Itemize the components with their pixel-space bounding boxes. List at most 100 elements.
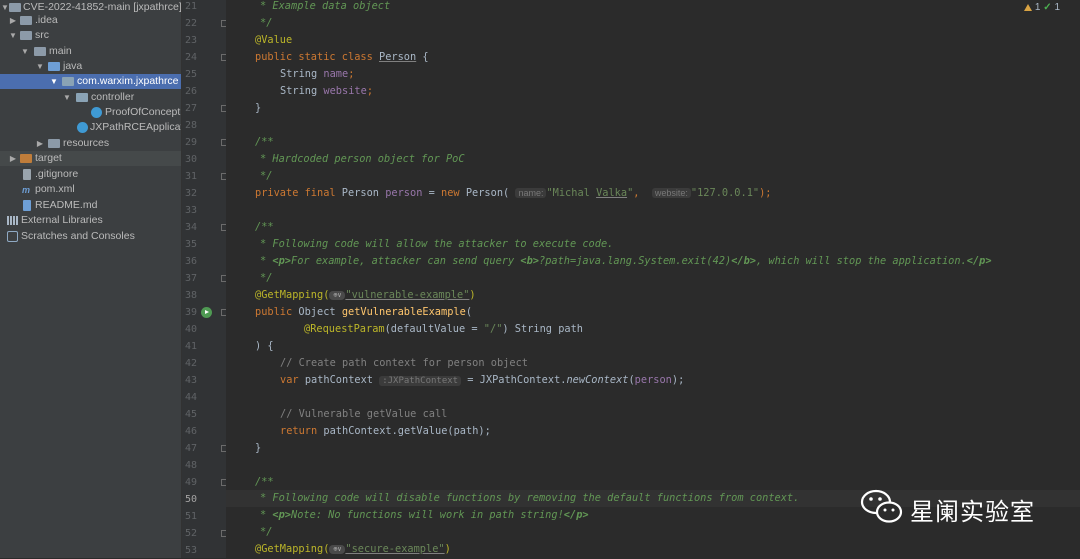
- tree-item-gitignore[interactable]: .gitignore: [0, 167, 181, 182]
- doc-comment: */: [260, 526, 273, 538]
- tree-item-scratches[interactable]: Scratches and Consoles: [0, 229, 181, 244]
- tree-item-src[interactable]: ▼ src: [0, 28, 181, 43]
- code-line-25: String name;: [280, 66, 354, 83]
- semicolon: ;: [366, 85, 374, 97]
- tree-item-target[interactable]: ▶ target: [0, 151, 181, 166]
- line-number: 38: [184, 290, 197, 301]
- doc-comment: * Example data object: [260, 0, 391, 12]
- doc-tag: <p>: [272, 509, 292, 521]
- web-endpoint-icon[interactable]: ⊕∨: [329, 290, 346, 300]
- editor-gutter[interactable]: 21 22 23 24 25 26 27 28 29 30 31 32 33 3…: [182, 0, 228, 558]
- tree-item-package[interactable]: ▼ com.warxim.jxpathrce: [0, 74, 181, 89]
- doc-tag: </b>: [731, 255, 756, 267]
- doc-tag: </p>: [563, 509, 589, 521]
- tree-item-readme[interactable]: README.md: [0, 198, 181, 213]
- folder-icon: [9, 3, 21, 12]
- code-editor[interactable]: 1 ✓ 1 * Example data object */ @Value pu…: [226, 0, 1080, 558]
- chevron-right-icon[interactable]: ▶: [8, 151, 18, 166]
- code-line-29: /**: [255, 134, 274, 151]
- annotation: @RequestParam: [304, 323, 385, 335]
- code-line-40: @RequestParam(defaultValue = "/") String…: [304, 321, 583, 338]
- tree-item-label: .gitignore: [35, 168, 79, 180]
- string-literal: "secure-example": [345, 543, 445, 555]
- line-number: 26: [184, 86, 197, 97]
- code-line-53: @GetMapping(⊕∨ "secure-example"): [255, 541, 451, 558]
- line-number: 44: [184, 392, 197, 403]
- tree-item-label: .idea: [35, 14, 58, 26]
- line-number: 35: [184, 239, 197, 250]
- line-number: 29: [184, 137, 197, 148]
- code-line-36: * <p>For example, attacker can send quer…: [255, 253, 992, 270]
- line-number: 32: [184, 188, 197, 199]
- line-number: 41: [184, 341, 197, 352]
- markdown-file-icon: [23, 200, 31, 211]
- code-line-31: */: [255, 168, 272, 185]
- tree-item-label: controller: [91, 91, 135, 103]
- tree-item-label: External Libraries: [21, 214, 103, 226]
- brace: }: [255, 442, 262, 454]
- line-comment: // Create path context for person object: [280, 357, 528, 369]
- line-number: 25: [184, 69, 197, 80]
- tree-item-java[interactable]: ▼ java: [0, 59, 181, 74]
- tree-item-idea[interactable]: ▶ .idea: [0, 13, 181, 28]
- chevron-right-icon[interactable]: ▶: [8, 13, 18, 28]
- comma: ,: [633, 187, 652, 199]
- chevron-down-icon[interactable]: ▼: [35, 59, 45, 74]
- code-line-34: /**: [255, 219, 274, 236]
- field: name: [323, 68, 349, 80]
- tree-item-label: ProofOfConcept: [105, 106, 181, 118]
- type: String: [280, 68, 324, 80]
- code-text: ) String path: [502, 323, 583, 335]
- line-number: 48: [184, 460, 197, 471]
- web-endpoint-icon[interactable]: ⊕∨: [329, 544, 346, 554]
- tree-item-external-libraries[interactable]: External Libraries: [0, 213, 181, 228]
- line-number: 49: [184, 477, 197, 488]
- constructor: Person(: [465, 187, 516, 199]
- annotation: ): [444, 543, 451, 555]
- tree-item-label: README.md: [35, 199, 98, 211]
- doc-tag: <p>: [272, 255, 292, 267]
- code-line-23: @Value: [255, 32, 292, 49]
- warning-count: 1: [1034, 2, 1041, 13]
- chevron-down-icon[interactable]: ▼: [8, 28, 18, 43]
- code-line-51: * <p>Note: No functions will work in pat…: [255, 507, 589, 524]
- doc-comment: Note: No functions will work in path str…: [291, 509, 564, 521]
- tree-item-controller[interactable]: ▼ controller: [0, 90, 181, 105]
- code-line-22: */: [255, 15, 272, 32]
- chevron-right-icon[interactable]: ▶: [35, 136, 45, 151]
- resources-folder-icon: [48, 139, 60, 148]
- code-line-35: * Following code will allow the attacker…: [255, 236, 613, 253]
- annotation: @Value: [255, 34, 293, 46]
- tree-item-label: com.warxim.jxpathrce: [77, 75, 179, 87]
- field: person: [634, 374, 672, 386]
- tree-item-label: pom.xml: [35, 183, 75, 195]
- endpoint-run-icon[interactable]: [201, 307, 212, 318]
- string-literal-typo: Valka: [596, 187, 628, 199]
- tree-item-label: main: [49, 45, 72, 57]
- chevron-down-icon[interactable]: ▼: [20, 44, 30, 59]
- method-name: getVulnerableExample: [341, 306, 466, 318]
- chevron-down-icon[interactable]: ▼: [49, 74, 59, 89]
- tree-item-pom[interactable]: m pom.xml: [0, 182, 181, 197]
- check-icon: ✓: [1043, 2, 1052, 13]
- tree-item-resources[interactable]: ▶ resources: [0, 136, 181, 151]
- line-number: 34: [184, 222, 197, 233]
- chevron-down-icon[interactable]: ▼: [62, 90, 72, 105]
- ok-count: 1: [1054, 2, 1060, 13]
- doc-comment: /**: [255, 221, 274, 233]
- package-icon: [76, 93, 88, 102]
- line-number: 27: [184, 103, 197, 114]
- code-line-26: String website;: [280, 83, 373, 100]
- doc-comment: * Following code will disable functions …: [260, 492, 800, 504]
- line-number: 36: [184, 256, 197, 267]
- inspection-widget[interactable]: 1 ✓ 1: [1024, 2, 1060, 13]
- line-number: 28: [184, 120, 197, 131]
- tree-item-label: Scratches and Consoles: [21, 230, 135, 242]
- tree-item-app-class[interactable]: JXPathRCEApplicati: [0, 120, 181, 135]
- doc-comment: For example, attacker can send query: [291, 255, 521, 267]
- class-icon: [91, 107, 102, 118]
- library-icon: [7, 216, 18, 225]
- parameter-hint: website:: [651, 188, 691, 198]
- tree-item-main[interactable]: ▼ main: [0, 44, 181, 59]
- tree-item-poc-class[interactable]: ProofOfConcept: [0, 105, 181, 120]
